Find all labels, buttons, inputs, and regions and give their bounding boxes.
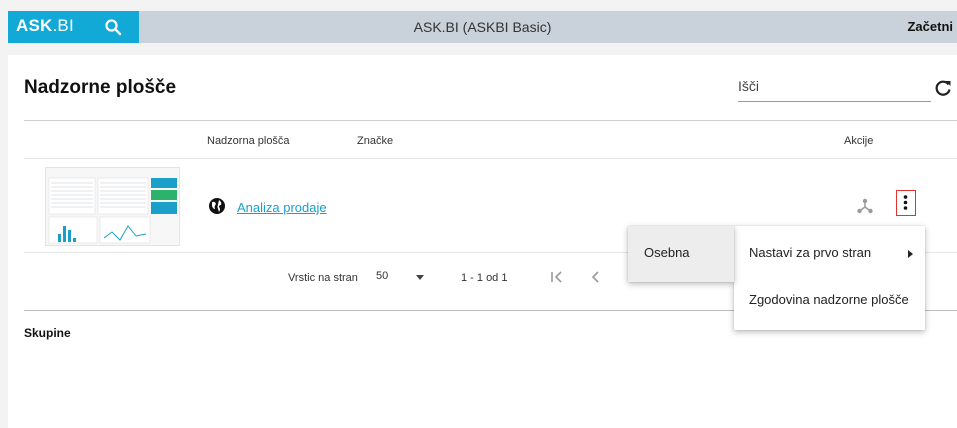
search-input[interactable]: Išči (738, 78, 931, 102)
table-top-divider (24, 120, 957, 121)
rows-per-page-select[interactable]: 50 (376, 270, 428, 287)
top-bar: ASK.BI ASK.BI (ASKBI Basic) Začetni (8, 11, 957, 43)
page-range: 1 - 1 od 1 (461, 272, 508, 284)
header-divider (24, 158, 957, 159)
rows-per-page-value: 50 (376, 270, 389, 282)
submenu-item-personal[interactable]: Osebna (628, 226, 734, 282)
menu-item-set-as-home[interactable]: Nastavi za prvo stran (734, 226, 925, 278)
public-globe-icon (209, 198, 225, 214)
share-icon[interactable] (856, 197, 874, 215)
rows-per-page-label: Vrstic na stran (288, 272, 358, 284)
menu-item-label: Zgodovina nadzorne plošče (749, 292, 909, 307)
submenu-item-label: Osebna (644, 245, 690, 260)
groups-title: Skupine (24, 326, 71, 340)
more-vert-icon (903, 195, 908, 210)
column-header-tags[interactable]: Značke (357, 135, 393, 147)
menu-item-label: Nastavi za prvo stran (749, 245, 872, 260)
dashboard-link[interactable]: Analiza prodaje (237, 200, 327, 215)
column-header-actions: Akcije (844, 135, 874, 147)
chevron-right-icon (908, 250, 913, 258)
app-title: ASK.BI (ASKBI Basic) (413, 19, 552, 35)
actions-context-menu: Nastavi za prvo stran Zgodovina nadzorne… (734, 226, 925, 330)
column-header-dashboard[interactable]: Nadzorna plošča (207, 135, 290, 147)
page-title: Nadzorne plošče (24, 77, 177, 98)
set-as-home-submenu: Osebna (628, 226, 734, 282)
more-actions-button[interactable] (896, 190, 916, 216)
dashboard-thumbnail[interactable] (45, 167, 180, 246)
previous-page-icon[interactable] (588, 268, 602, 286)
chevron-down-icon (416, 275, 424, 280)
start-page-link[interactable]: Začetni (907, 19, 953, 34)
refresh-icon[interactable] (933, 78, 953, 98)
first-page-icon[interactable] (548, 268, 568, 286)
menu-item-dashboard-history[interactable]: Zgodovina nadzorne plošče (734, 278, 925, 330)
